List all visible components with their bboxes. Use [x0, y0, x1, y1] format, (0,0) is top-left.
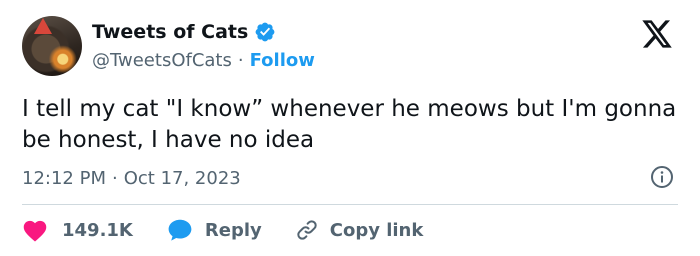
tweet-time: 12:12 PM [22, 167, 106, 189]
x-logo-icon[interactable] [640, 19, 674, 49]
author-handle-row: @TweetsOfCats · Follow [92, 48, 315, 72]
author-display-name[interactable]: Tweets of Cats [92, 21, 248, 43]
reply-button[interactable]: Reply [167, 218, 262, 242]
info-icon[interactable] [650, 165, 674, 189]
timestamp-separator: · [111, 167, 118, 189]
heart-icon [22, 218, 48, 242]
tweet-timestamp[interactable]: 12:12 PM · Oct 17, 2023 [22, 165, 241, 191]
tweet-text: I tell my cat "I know” whenever he meows… [22, 96, 677, 153]
speech-bubble-icon [167, 218, 193, 242]
copy-link-button[interactable]: Copy link [294, 218, 424, 242]
link-icon [294, 218, 320, 242]
party-hat-decoration [34, 18, 52, 34]
author-name-row: Tweets of Cats [92, 19, 276, 45]
verified-badge-icon [254, 21, 276, 43]
copy-link-label: Copy link [329, 219, 424, 241]
follow-button[interactable]: Follow [250, 50, 315, 71]
author-handle[interactable]: @TweetsOfCats [92, 50, 232, 71]
action-bar: 149.1K Reply Copy link [22, 214, 423, 246]
tweet-date: Oct 17, 2023 [123, 167, 241, 189]
like-count: 149.1K [62, 219, 133, 241]
reply-label: Reply [204, 219, 262, 241]
tweet-card: Tweets of Cats @TweetsOfCats · Follow I … [0, 0, 700, 256]
avatar[interactable] [22, 16, 82, 76]
like-button[interactable]: 149.1K [22, 218, 133, 242]
divider [22, 204, 678, 205]
handle-separator: · [237, 49, 244, 71]
